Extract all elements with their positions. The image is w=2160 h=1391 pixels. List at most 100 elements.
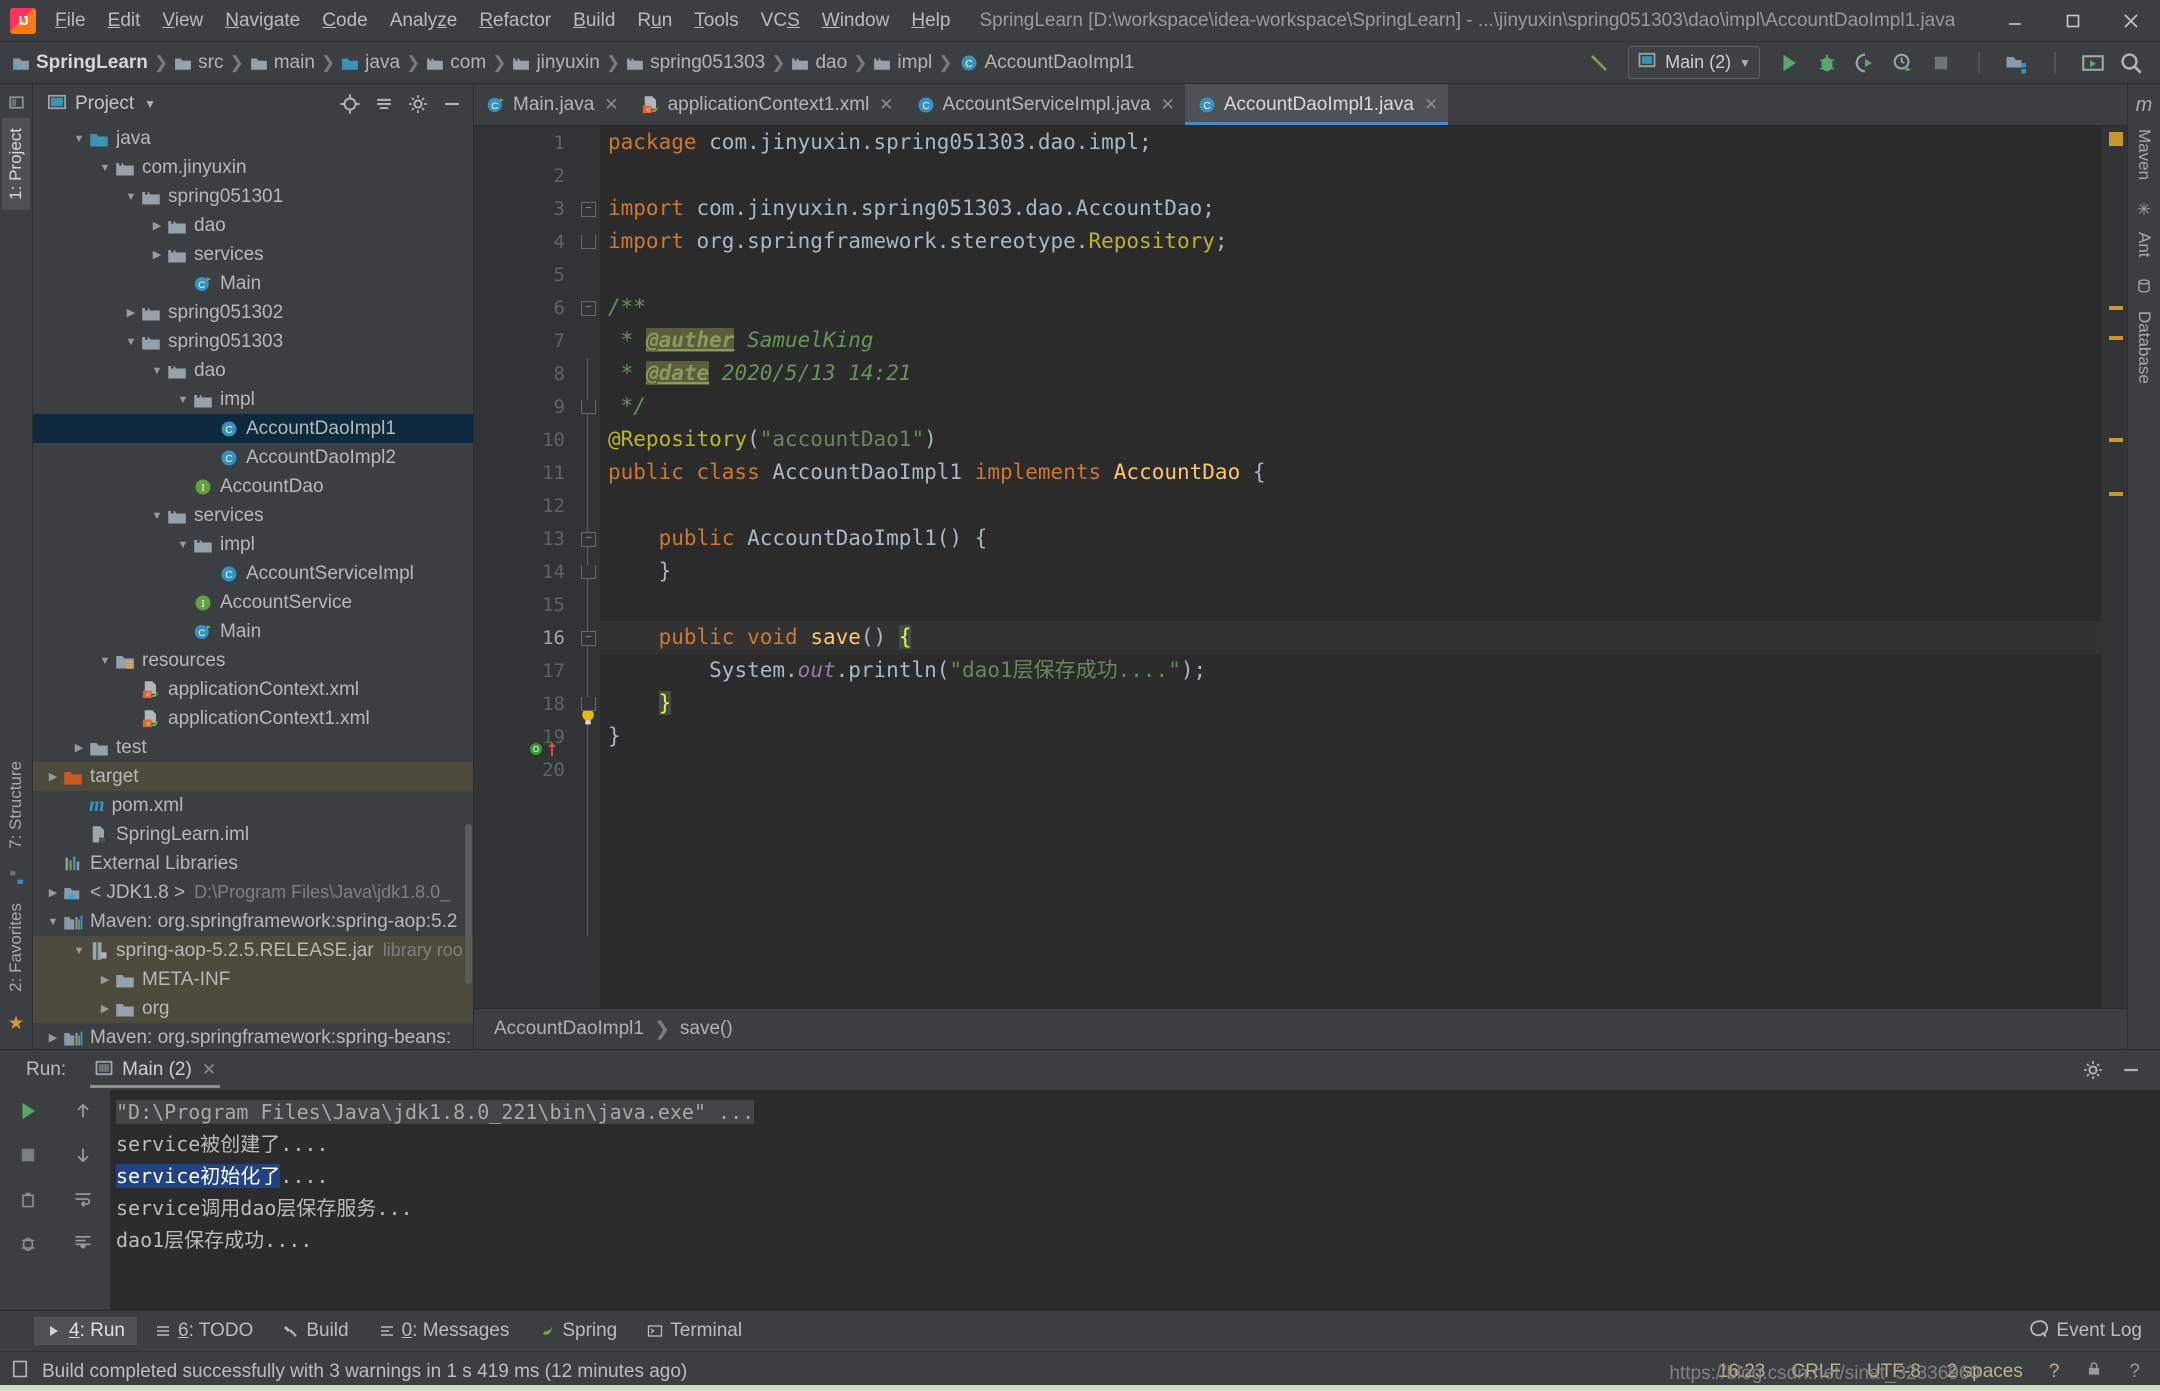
line-number[interactable]: 7 — [474, 324, 574, 357]
console-line[interactable]: service被创建了.... — [110, 1128, 2160, 1160]
tool-window-run[interactable]: 4: Run — [34, 1317, 137, 1345]
minimize-button[interactable] — [1986, 1, 2044, 41]
breadcrumb-item-project[interactable]: SpringLearn ❯ — [12, 52, 174, 74]
chevron-right-icon[interactable]: ▶ — [147, 248, 167, 261]
stripe-marker[interactable] — [2109, 438, 2123, 442]
menu-vcs[interactable]: VCS — [750, 6, 811, 36]
tool-window-messages[interactable]: 0: Messages — [367, 1317, 522, 1345]
code-line[interactable]: package com.jinyuxin.spring051303.dao.im… — [600, 126, 2101, 159]
line-number[interactable]: 3 — [474, 192, 574, 225]
debug-icon[interactable] — [13, 1228, 43, 1258]
chevron-right-icon[interactable]: ▶ — [43, 886, 63, 899]
tree-node[interactable]: ▶ org — [33, 994, 473, 1023]
fold-end-icon[interactable] — [581, 565, 596, 579]
menu-view[interactable]: View — [151, 6, 214, 36]
collapse-all-icon[interactable] — [369, 90, 399, 118]
tree-node[interactable]: ▼ impl — [33, 385, 473, 414]
breadcrumb-item-jinyuxin[interactable]: jinyuxin ❯ — [512, 52, 626, 74]
breadcrumb-item-src[interactable]: src ❯ — [174, 52, 250, 74]
stop-button[interactable] — [13, 1140, 43, 1170]
run-tab-main[interactable]: Main (2) ✕ — [86, 1050, 224, 1090]
breadcrumb-item-spring051303[interactable]: spring051303 ❯ — [626, 52, 791, 74]
line-number[interactable]: 13 — [474, 522, 574, 555]
tree-node[interactable]: ▼ spring051301 — [33, 182, 473, 211]
editor-tab[interactable]: C AccountDaoImpl1.java ✕ — [1184, 84, 1449, 125]
code-line[interactable]: /** — [600, 291, 2101, 324]
tree-node[interactable]: ▶ < JDK1.8 > D:\Program Files\Java\jdk1.8.… — [33, 878, 473, 907]
code-line[interactable] — [600, 753, 2101, 786]
tool-window-todo[interactable]: 6: TODO — [143, 1317, 265, 1345]
tree-node[interactable]: ▶ services — [33, 240, 473, 269]
fold-end-icon[interactable] — [581, 235, 596, 249]
line-number[interactable]: 18 — [474, 687, 574, 720]
line-number[interactable]: 17 — [474, 654, 574, 687]
tree-node[interactable]: ▶ target — [33, 762, 473, 791]
encoding-indicator[interactable]: UTF-8 — [1867, 1361, 1921, 1383]
sidebar-item-maven[interactable]: Maven — [2130, 119, 2158, 190]
breadcrumb-item-java[interactable]: java ❯ — [341, 52, 426, 74]
menu-build[interactable]: Build — [562, 6, 626, 36]
tree-node[interactable]: ▼ spring051303 — [33, 327, 473, 356]
gear-icon[interactable] — [403, 90, 433, 118]
debug-button[interactable] — [1808, 47, 1846, 79]
code-line[interactable]: public void save() { — [600, 621, 2101, 654]
code-line[interactable]: } — [600, 555, 2101, 588]
tree-node[interactable]: ▶ dao — [33, 211, 473, 240]
code-line[interactable] — [600, 489, 2101, 522]
menu-run[interactable]: Run — [626, 6, 683, 36]
tree-node[interactable]: C AccountDaoImpl1 — [33, 414, 473, 443]
locate-file-icon[interactable] — [335, 90, 365, 118]
code-line[interactable]: */ — [600, 390, 2101, 423]
breadcrumb-method[interactable]: save() — [680, 1018, 733, 1040]
fold-collapse-icon[interactable]: − — [581, 631, 596, 646]
line-number[interactable]: 14 — [474, 555, 574, 588]
chevron-right-icon[interactable]: ▶ — [95, 973, 115, 986]
hide-panel-icon[interactable] — [437, 90, 467, 118]
close-icon[interactable]: ✕ — [604, 95, 618, 115]
tree-node[interactable]: < applicationContext1.xml — [33, 704, 473, 733]
tree-node[interactable]: ▼ services — [33, 501, 473, 530]
fold-collapse-icon[interactable]: − — [581, 301, 596, 316]
line-number[interactable]: 19 — [474, 720, 574, 753]
menu-help[interactable]: Help — [900, 6, 961, 36]
code-text[interactable]: package com.jinyuxin.spring051303.dao.im… — [600, 126, 2101, 1008]
hide-panel-icon[interactable] — [2116, 1055, 2146, 1085]
code-line[interactable]: System.out.println("dao1层保存成功...."); — [600, 654, 2101, 687]
fold-collapse-icon[interactable]: − — [581, 202, 596, 217]
run-button[interactable] — [1770, 47, 1808, 79]
settings-gear-icon[interactable] — [2078, 1055, 2108, 1085]
close-icon[interactable]: ✕ — [202, 1060, 216, 1080]
stripe-marker[interactable] — [2109, 492, 2123, 496]
project-tree[interactable]: ▼ java ▼ com.jinyuxin ▼ spring051301 ▶ dao ▶ serv… — [33, 124, 473, 1049]
line-number[interactable]: 1 — [474, 126, 574, 159]
line-number[interactable]: 9 — [474, 390, 574, 423]
profiler-button[interactable] — [1884, 47, 1922, 79]
tree-node[interactable]: C Main — [33, 269, 473, 298]
menu-analyze[interactable]: Analyze — [379, 6, 469, 36]
menu-edit[interactable]: Edit — [97, 6, 152, 36]
rerun-button[interactable] — [13, 1096, 43, 1126]
sidebar-item-ant[interactable]: Ant — [2130, 222, 2158, 268]
tree-node[interactable]: ▼ java — [33, 124, 473, 153]
tree-node[interactable]: ▼ resources — [33, 646, 473, 675]
code-line[interactable]: } — [600, 720, 2101, 753]
console-line[interactable]: "D:\Program Files\Java\jdk1.8.0_221\bin\… — [110, 1096, 2160, 1128]
line-number[interactable]: 15 — [474, 588, 574, 621]
chevron-down-icon[interactable]: ▼ — [95, 162, 115, 174]
run-configuration-selector[interactable]: Main (2) ▼ — [1628, 46, 1760, 79]
line-number[interactable]: 4 — [474, 225, 574, 258]
tree-scrollbar[interactable] — [465, 824, 472, 984]
code-line[interactable]: public class AccountDaoImpl1 implements … — [600, 456, 2101, 489]
tree-node[interactable]: C AccountDaoImpl2 — [33, 443, 473, 472]
tree-node[interactable]: ▼ com.jinyuxin — [33, 153, 473, 182]
console-output[interactable]: "D:\Program Files\Java\jdk1.8.0_221\bin\… — [110, 1090, 2160, 1310]
tree-node[interactable]: ▼ impl — [33, 530, 473, 559]
close-icon[interactable]: ✕ — [1424, 95, 1438, 115]
lock-icon[interactable] — [2085, 1360, 2103, 1384]
code-line[interactable]: } — [600, 687, 2101, 720]
tree-node[interactable]: I AccountService — [33, 588, 473, 617]
tree-node[interactable]: < applicationContext.xml — [33, 675, 473, 704]
menu-navigate[interactable]: Navigate — [214, 6, 311, 36]
code-line[interactable]: * @date 2020/5/13 14:21 — [600, 357, 2101, 390]
tree-node[interactable]: m pom.xml — [33, 791, 473, 820]
